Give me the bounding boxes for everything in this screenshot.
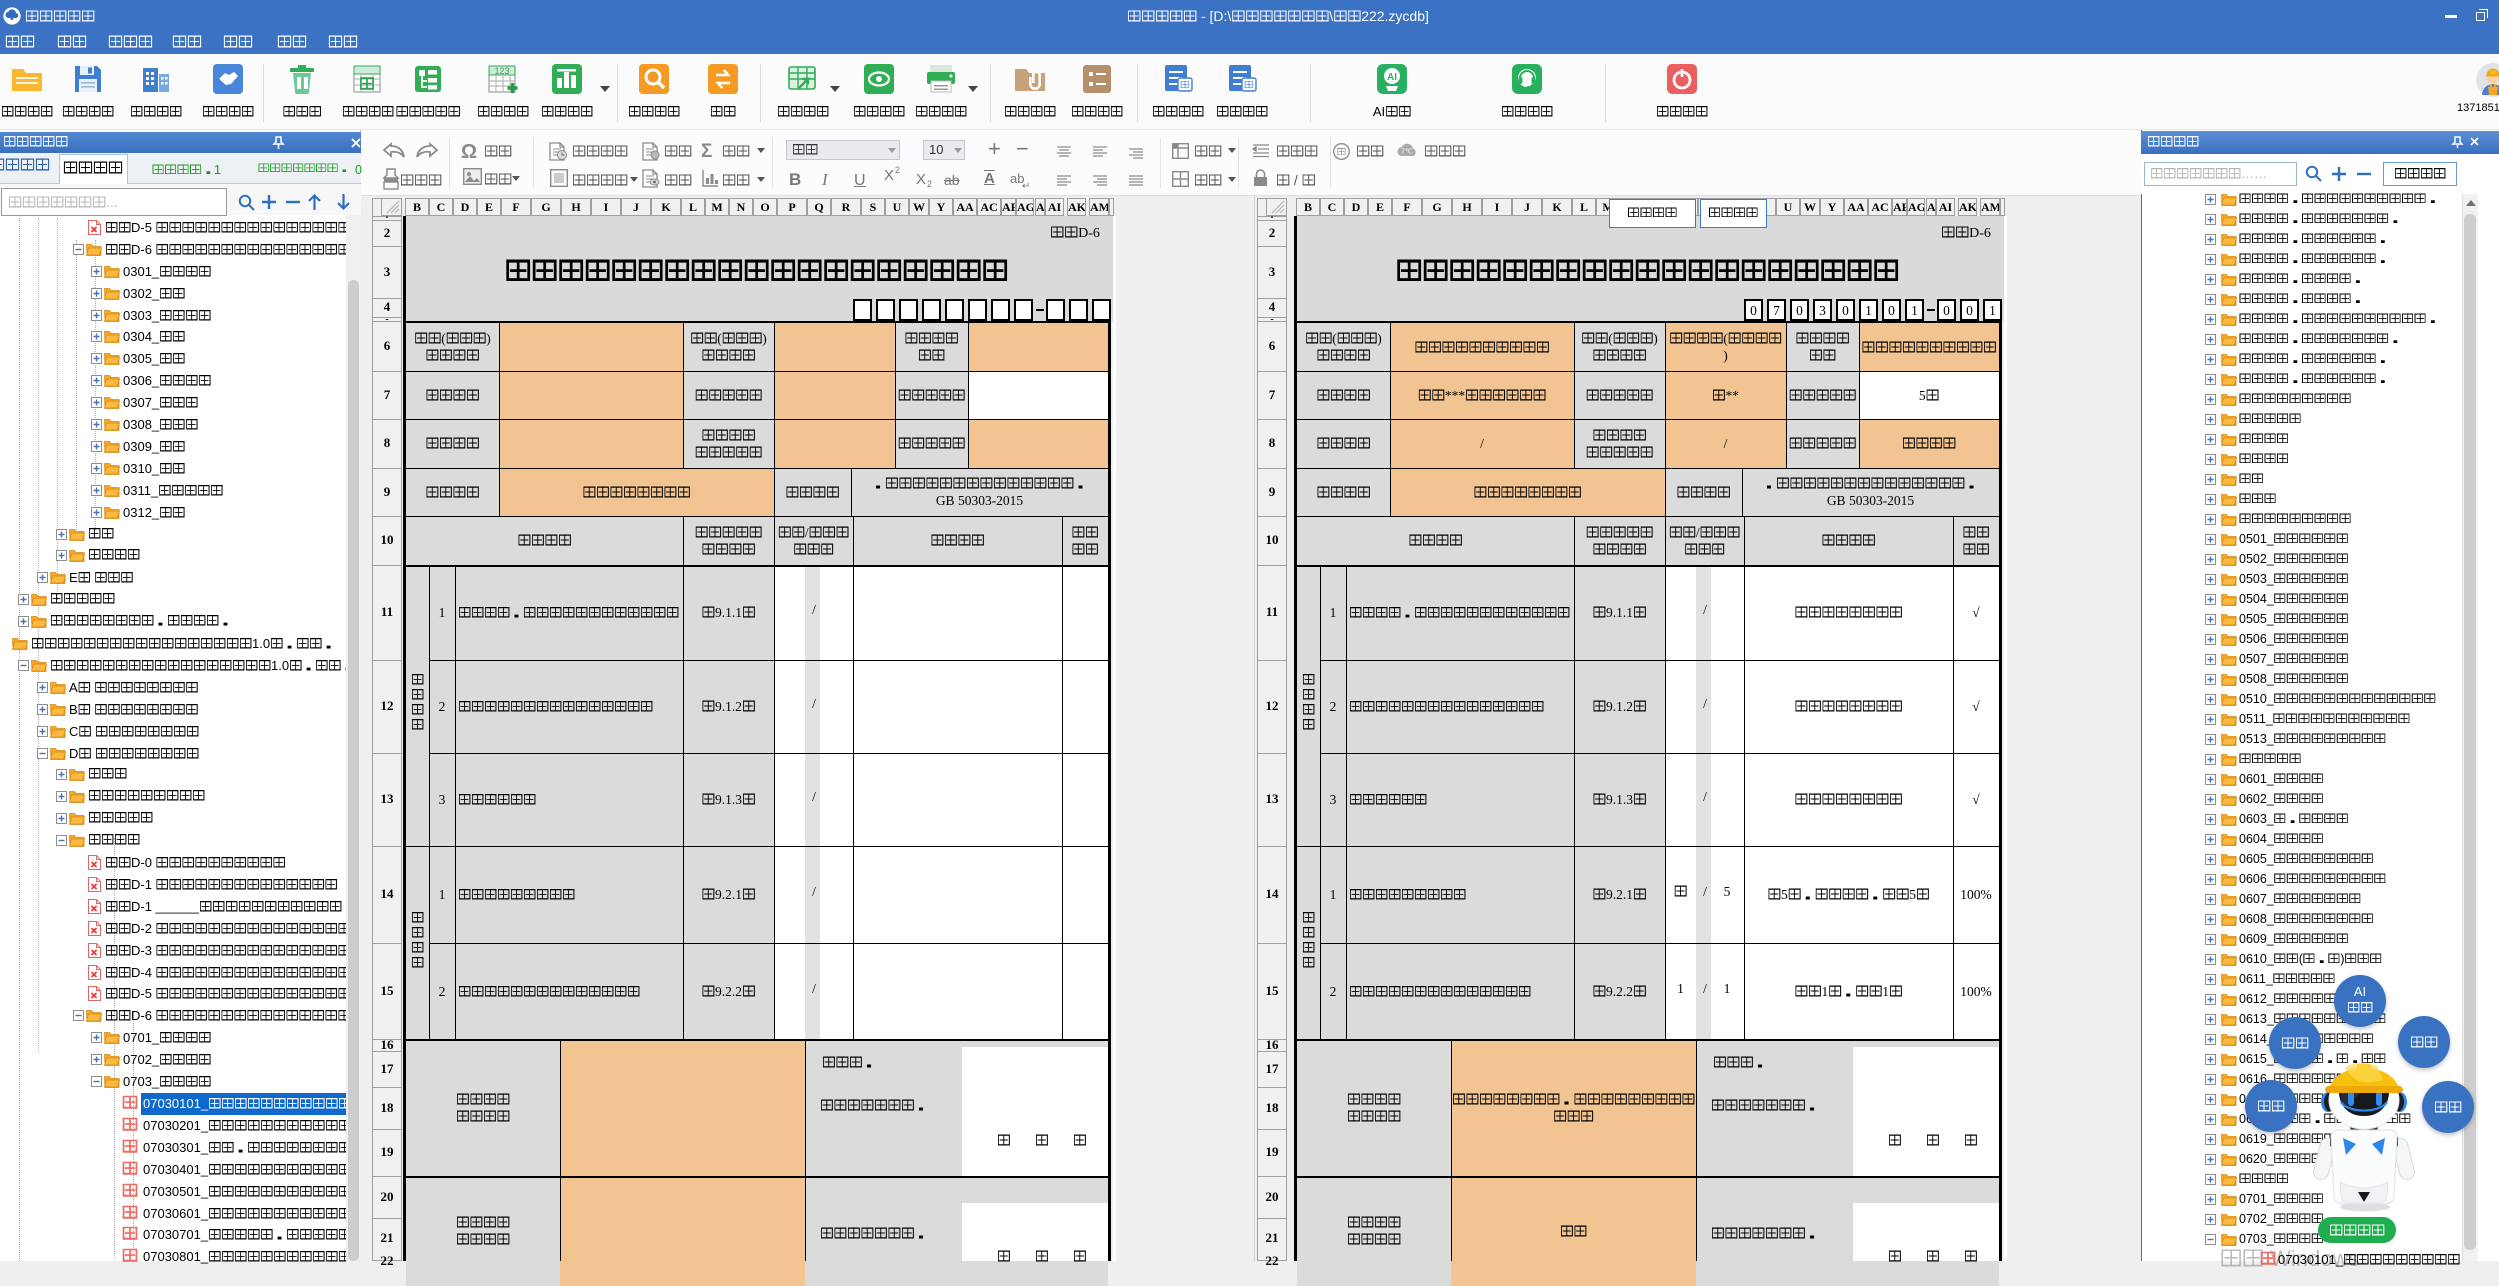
svg-text:7℃: 7℃	[1401, 148, 1413, 155]
svg-text:部: 部	[359, 77, 374, 92]
svg-text:轴: 轴	[1337, 148, 1346, 157]
svg-text:表: 表	[1180, 81, 1190, 90]
svg-text:验: 验	[1244, 81, 1254, 90]
svg-text:123: 123	[494, 67, 509, 76]
svg-text:AI: AI	[1387, 72, 1397, 82]
